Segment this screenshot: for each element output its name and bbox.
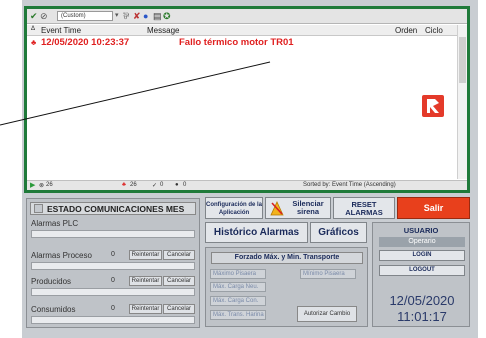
silence-label: Silenciar sirena (292, 199, 324, 216)
max-carga-neu-input[interactable]: Máx. Carga Neu. (210, 282, 266, 292)
comms-label-producidos: Producidos (31, 277, 72, 286)
user-title: USUARIO (403, 226, 439, 235)
check-icon[interactable]: ✔ (30, 11, 38, 21)
retry-button-proceso[interactable]: Reintentar (129, 250, 162, 260)
comms-field-plc (31, 230, 195, 238)
sort-icon[interactable]: Δ (31, 26, 35, 32)
comms-count-proceso: 0 (111, 251, 115, 258)
comms-panel: ESTADO COMUNICACIONES MES Alarmas PLC Al… (26, 198, 200, 328)
alarm-viewer: ✔ ⊘ (Custom) ▾ ⅌ ✘ ● ▤ ✪ Δ Event Time Me… (24, 6, 470, 193)
retry-button-producidos[interactable]: Reintentar (129, 276, 162, 286)
status-count-icon: ⊗ (39, 183, 45, 189)
status-ack-icon: ✓ (152, 183, 158, 189)
chevron-down-icon[interactable]: ▾ (115, 11, 119, 21)
comms-label-plc: Alarmas PLC (31, 219, 79, 228)
comms-field-producidos (31, 288, 195, 296)
current-date: 12/05/2020 (389, 293, 455, 308)
comms-title: ESTADO COMUNICACIONES MES (47, 204, 185, 214)
status-count-2: 26 (130, 182, 137, 188)
ack-icon[interactable]: ⅌ (123, 11, 129, 21)
column-orden[interactable]: Orden (395, 26, 417, 35)
bell-icon: ♣ (31, 38, 37, 47)
grid-icon[interactable]: ▤ (153, 11, 162, 21)
login-button[interactable]: LOGIN (379, 250, 465, 261)
alarm-message: Fallo térmico motor TR01 (179, 37, 294, 48)
comms-count-producidos: 0 (111, 277, 115, 284)
alarm-table-header: Δ Event Time Message Orden Ciclo (27, 25, 467, 36)
alarm-toolbar: ✔ ⊘ (Custom) ▾ ⅌ ✘ ● ▤ ✪ (27, 9, 467, 24)
cancel-button-proceso[interactable]: Cancelar (163, 250, 195, 260)
current-time: 11:01:17 (397, 309, 447, 324)
reset-alarms-button[interactable]: RESET ALARMAS (333, 197, 395, 219)
comms-field-proceso (31, 262, 195, 270)
charts-button[interactable]: Gráficos (310, 222, 367, 243)
history-alarms-button[interactable]: Histórico Alarmas (205, 222, 308, 243)
forced-transport-title: Forzado Máx. y Min. Transporte (211, 252, 363, 264)
filter-select[interactable]: (Custom) (57, 11, 113, 21)
siren-icon (270, 201, 284, 216)
filter-icon[interactable]: ⊘ (40, 11, 48, 21)
authorize-change-button[interactable]: Autorizar Cambio (297, 306, 357, 322)
max-pisaera-input[interactable]: Máximo Pisaera (210, 269, 266, 279)
logout-button[interactable]: LOGOUT (379, 265, 465, 276)
exit-button[interactable]: Salir (397, 197, 470, 219)
status-play-icon: ▶ (30, 182, 36, 189)
status-count-3: 0 (160, 182, 164, 188)
user-name: Operario (379, 237, 465, 247)
silence-button[interactable]: Silenciar sirena (265, 197, 331, 219)
max-carga-con-input[interactable]: Máx. Carga Con. (210, 296, 266, 306)
scrollbar[interactable] (457, 25, 467, 179)
status-count-1: 26 (46, 182, 53, 188)
app-logo-icon (422, 95, 444, 117)
comms-label-proceso: Alarmas Proceso (31, 251, 92, 260)
comms-label-consumidos: Consumidos (31, 305, 76, 314)
comms-count-consumidos: 0 (111, 305, 115, 312)
column-message[interactable]: Message (147, 26, 179, 35)
scrollbar-thumb[interactable] (459, 37, 466, 83)
comms-field-consumidos (31, 316, 195, 324)
status-dot-icon: ● (175, 182, 179, 188)
status-sorted: Sorted by: Event Time (Ascending) (303, 182, 396, 188)
min-pisaera-input[interactable]: Mínimo Pisaera (300, 269, 356, 279)
settings-icon[interactable]: ✪ (163, 11, 171, 21)
max-trans-harina-input[interactable]: Máx. Trans. Harina (210, 310, 266, 320)
comms-status-icon (34, 204, 43, 213)
cancel-button-producidos[interactable]: Cancelar (163, 276, 195, 286)
refresh-icon[interactable]: ● (143, 11, 148, 21)
column-ciclo[interactable]: Ciclo (425, 26, 443, 35)
forced-transport-panel: Forzado Máx. y Min. Transporte Máximo Pi… (205, 247, 368, 327)
alarm-row[interactable]: ♣ 12/05/2020 10:23:37 Fallo térmico moto… (27, 37, 457, 49)
column-event-time[interactable]: Event Time (41, 26, 81, 35)
comms-title-bar: ESTADO COMUNICACIONES MES (30, 202, 196, 215)
status-bell-icon: ♣ (122, 182, 126, 188)
user-panel: USUARIO Operario LOGIN LOGOUT 12/05/2020… (372, 222, 470, 327)
alarm-time: 12/05/2020 10:23:37 (41, 37, 130, 48)
status-count-4: 0 (183, 182, 187, 188)
ack-all-icon[interactable]: ✘ (133, 11, 141, 21)
cancel-button-consumidos[interactable]: Cancelar (163, 304, 195, 314)
config-button[interactable]: Configuración de la Aplicación (205, 197, 263, 219)
alarm-statusbar: ▶ ⊗ 26 ♣ 26 ✓ 0 ● 0 Sorted by: Event Tim… (27, 180, 467, 190)
retry-button-consumidos[interactable]: Reintentar (129, 304, 162, 314)
